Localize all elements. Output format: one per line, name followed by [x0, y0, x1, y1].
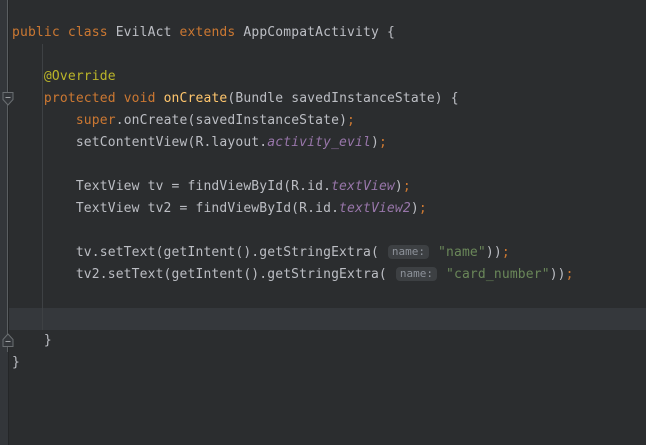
code-token: .onCreate(savedInstanceState)	[116, 113, 347, 128]
code-token: ;	[403, 179, 411, 194]
parameter-name-hint: name:	[388, 245, 429, 259]
code-token: TextView tv = findViewById(R.id.	[12, 179, 331, 194]
code-token: )	[371, 135, 379, 150]
parameter-name-hint: name:	[396, 267, 437, 281]
fold-collapse-end-icon[interactable]	[2, 333, 14, 347]
code-line[interactable]: setContentView(R.layout.activity_evil);	[12, 132, 646, 154]
code-line[interactable]: tv2.setText(getIntent().getStringExtra( …	[12, 264, 646, 286]
code-editor[interactable]: public class EvilAct extends AppCompatAc…	[0, 0, 646, 445]
code-token: "name"	[438, 245, 486, 260]
code-token: )	[411, 201, 419, 216]
code-area[interactable]: public class EvilAct extends AppCompatAc…	[0, 0, 646, 374]
code-line[interactable]: public class EvilAct extends AppCompatAc…	[12, 22, 646, 44]
code-line[interactable]	[12, 308, 646, 330]
code-token	[430, 245, 438, 260]
code-line[interactable]: super.onCreate(savedInstanceState);	[12, 110, 646, 132]
code-token: ;	[419, 201, 427, 216]
code-token: EvilAct	[116, 25, 180, 40]
code-token: tv.setText(getIntent().getStringExtra(	[12, 245, 387, 260]
code-token: ;	[502, 245, 510, 260]
code-token: activity_evil	[267, 135, 371, 150]
code-token: "card_number"	[446, 267, 550, 282]
code-token: public class	[12, 25, 116, 40]
code-token: @Override	[44, 69, 116, 84]
code-token: extends	[180, 25, 244, 40]
code-token	[12, 91, 44, 106]
code-token: ;	[379, 135, 387, 150]
code-line[interactable]	[12, 220, 646, 242]
code-token: textView2	[339, 201, 411, 216]
code-line[interactable]	[12, 154, 646, 176]
code-line[interactable]: TextView tv = findViewById(R.id.textView…	[12, 176, 646, 198]
code-token: tv2.setText(getIntent().getStringExtra(	[12, 267, 395, 282]
code-token	[438, 267, 446, 282]
code-token: }	[12, 333, 52, 348]
code-token: TextView tv2 = findViewById(R.id.	[12, 201, 339, 216]
code-line[interactable]: }	[12, 352, 646, 374]
code-line[interactable]: @Override	[12, 66, 646, 88]
code-token: AppCompatActivity {	[243, 25, 395, 40]
fold-collapse-start-icon[interactable]	[2, 92, 14, 106]
code-token: ;	[566, 267, 574, 282]
code-token: setContentView(R.layout.	[12, 135, 267, 150]
code-token: protected void	[44, 91, 164, 106]
code-token: }	[12, 355, 20, 370]
code-line[interactable]	[12, 286, 646, 308]
code-line[interactable]	[12, 44, 646, 66]
code-token: )	[395, 179, 403, 194]
code-line[interactable]	[12, 0, 646, 22]
code-token: onCreate	[164, 91, 228, 106]
code-token	[12, 113, 76, 128]
code-line[interactable]: TextView tv2 = findViewById(R.id.textVie…	[12, 198, 646, 220]
code-line[interactable]: tv.setText(getIntent().getStringExtra( n…	[12, 242, 646, 264]
code-token: ))	[550, 267, 566, 282]
code-token: ))	[486, 245, 502, 260]
code-line[interactable]: protected void onCreate(Bundle savedInst…	[12, 88, 646, 110]
code-token: super	[76, 113, 116, 128]
code-token	[12, 69, 44, 84]
code-token: textView	[331, 179, 395, 194]
code-token: (Bundle savedInstanceState) {	[227, 91, 458, 106]
code-token: ;	[347, 113, 355, 128]
code-line[interactable]: }	[12, 330, 646, 352]
